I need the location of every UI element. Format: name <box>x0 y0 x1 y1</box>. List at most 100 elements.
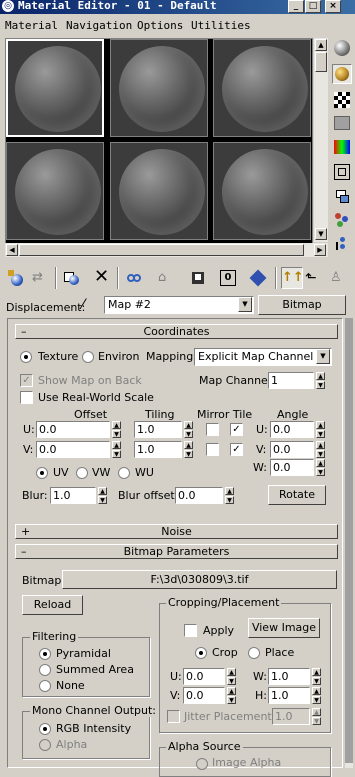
texture-radio[interactable] <box>20 351 32 363</box>
app-icon[interactable]: ◎ <box>2 0 14 12</box>
select-by-material-icon[interactable] <box>334 212 350 228</box>
map-name-dropdown[interactable]: Map #2 ▼ <box>104 296 254 314</box>
chevron-down-icon[interactable]: ▼ <box>316 349 330 364</box>
crop-w-spinner[interactable]: ▲ ▼ <box>312 668 321 685</box>
put-material-to-scene-icon[interactable]: ⇄ <box>32 270 50 286</box>
u-angle-spinner[interactable]: ▲ ▼ <box>316 421 325 438</box>
blur-offset-field[interactable]: 0.0 <box>175 487 223 504</box>
reload-button[interactable]: Reload <box>22 595 83 615</box>
minimize-button[interactable]: _ <box>288 0 304 13</box>
u-offset-field[interactable]: 0.0 <box>36 421 110 438</box>
sample-slot-5[interactable] <box>110 142 208 240</box>
slots-vscrollbar[interactable]: ▲ ▼ <box>314 38 328 242</box>
scroll-up-button[interactable]: ▲ <box>315 39 327 51</box>
rotate-button[interactable]: Rotate <box>268 485 326 505</box>
scroll-thumb[interactable] <box>315 52 327 72</box>
sphere-icon[interactable] <box>334 40 350 56</box>
v-angle-spinner[interactable]: ▲ ▼ <box>316 441 325 458</box>
wu-radio[interactable] <box>118 467 130 479</box>
scroll-right-button[interactable]: ▶ <box>314 244 326 256</box>
crop-u-spinner[interactable]: ▲ ▼ <box>227 668 236 685</box>
material-map-navigator-icon[interactable] <box>334 236 350 252</box>
blur-offset-spinner[interactable]: ▲ ▼ <box>225 487 234 504</box>
show-map-in-viewport-icon[interactable]: 0 <box>220 270 236 286</box>
video-color-check-icon[interactable] <box>334 140 350 154</box>
jitter-placement-spinner[interactable]: ▲ ▼ <box>312 708 321 725</box>
sample-slot-3[interactable] <box>213 39 311 137</box>
chevron-down-icon[interactable]: ▼ <box>238 297 252 312</box>
reset-map-icon[interactable]: ✕ <box>94 267 110 287</box>
sample-slot-2[interactable] <box>110 39 208 137</box>
material-effects-channel-icon[interactable] <box>190 270 206 286</box>
u-mirror-checkbox[interactable] <box>206 423 219 436</box>
maximize-button[interactable]: □ <box>305 0 321 13</box>
sample-slot-6[interactable] <box>213 142 311 240</box>
coordinates-rollout-header[interactable]: – Coordinates <box>15 324 338 339</box>
slots-hscrollbar[interactable]: ◀ ▶ <box>5 243 328 257</box>
sample-slot-1[interactable] <box>6 39 104 137</box>
vw-radio[interactable] <box>76 467 88 479</box>
crop-v-spinner[interactable]: ▲ ▼ <box>227 687 236 704</box>
u-tiling-spinner[interactable]: ▲ ▼ <box>184 421 193 438</box>
options-icon[interactable] <box>334 188 350 204</box>
uv-tiling-icon[interactable] <box>334 116 350 130</box>
rgb-intensity-radio[interactable] <box>39 723 51 735</box>
sample-slot-4[interactable] <box>6 142 104 240</box>
eyedropper-icon[interactable]: ⁄ <box>82 296 100 314</box>
backlight-icon[interactable] <box>332 64 352 84</box>
alpha-radio[interactable] <box>39 739 51 751</box>
u-tiling-field[interactable]: 1.0 <box>134 421 182 438</box>
crop-u-field[interactable]: 0.0 <box>183 668 225 685</box>
summed-area-radio[interactable] <box>39 664 51 676</box>
crop-v-field[interactable]: 0.0 <box>183 687 225 704</box>
rollout-scrollbar[interactable] <box>345 318 353 768</box>
show-end-result-icon[interactable] <box>249 269 267 287</box>
uv-radio[interactable] <box>36 467 48 479</box>
w-angle-field[interactable]: 0.0 <box>270 459 314 476</box>
menu-options[interactable]: Options <box>137 19 183 32</box>
get-material-icon[interactable] <box>8 270 24 286</box>
scroll-down-button[interactable]: ▼ <box>315 228 327 240</box>
crop-w-field[interactable]: 1.0 <box>268 668 310 685</box>
w-angle-spinner[interactable]: ▲ ▼ <box>316 459 325 476</box>
none-radio[interactable] <box>39 680 51 692</box>
v-offset-field[interactable]: 0.0 <box>36 441 110 458</box>
jitter-placement-field[interactable]: 1.0 <box>272 708 310 725</box>
pyramidal-radio[interactable] <box>39 648 51 660</box>
v-tiling-spinner[interactable]: ▲ ▼ <box>184 441 193 458</box>
map-channel-field[interactable]: 1 <box>268 372 314 389</box>
v-tile-checkbox[interactable]: ✓ <box>230 443 243 456</box>
bitmap-path-button[interactable]: F:\3d\030809\3.tif <box>62 570 337 589</box>
go-to-parent-icon[interactable]: ↑↑ <box>281 267 304 289</box>
checker-background-icon[interactable] <box>334 92 350 108</box>
v-offset-spinner[interactable]: ▲ ▼ <box>112 441 121 458</box>
bitmap-params-rollout-header[interactable]: – Bitmap Parameters <box>15 544 338 559</box>
u-tile-checkbox[interactable]: ✓ <box>230 423 243 436</box>
close-button[interactable]: × <box>325 0 341 13</box>
menu-material[interactable]: Material <box>5 19 58 32</box>
crop-h-field[interactable]: 1.0 <box>268 687 310 704</box>
use-real-world-scale-checkbox[interactable] <box>20 391 33 404</box>
make-preview-icon[interactable] <box>334 164 350 180</box>
blur-spinner[interactable]: ▲ ▼ <box>98 487 107 504</box>
v-tiling-field[interactable]: 1.0 <box>134 441 182 458</box>
noise-rollout-header[interactable]: + Noise <box>15 524 338 539</box>
crop-radio[interactable] <box>195 647 207 659</box>
menu-utilities[interactable]: Utilities <box>191 19 251 32</box>
menu-navigation[interactable]: Navigation <box>66 19 132 32</box>
go-forward-to-sibling-icon[interactable]: ⬑ <box>305 270 321 286</box>
v-mirror-checkbox[interactable] <box>206 443 219 456</box>
jitter-placement-checkbox[interactable] <box>167 710 180 723</box>
make-unique-icon[interactable] <box>126 270 142 286</box>
mapping-dropdown[interactable]: Explicit Map Channel ▼ <box>194 348 332 366</box>
scroll-left-button[interactable]: ◀ <box>6 244 18 256</box>
blur-field[interactable]: 1.0 <box>50 487 96 504</box>
image-alpha-radio[interactable] <box>196 758 208 770</box>
pick-material-icon[interactable]: ♙ <box>330 270 346 286</box>
assign-material-icon[interactable] <box>64 270 80 286</box>
apply-checkbox[interactable] <box>184 624 197 637</box>
place-radio[interactable] <box>248 647 260 659</box>
u-offset-spinner[interactable]: ▲ ▼ <box>112 421 121 438</box>
map-type-button[interactable]: Bitmap <box>258 295 346 315</box>
v-angle-field[interactable]: 0.0 <box>270 441 314 458</box>
